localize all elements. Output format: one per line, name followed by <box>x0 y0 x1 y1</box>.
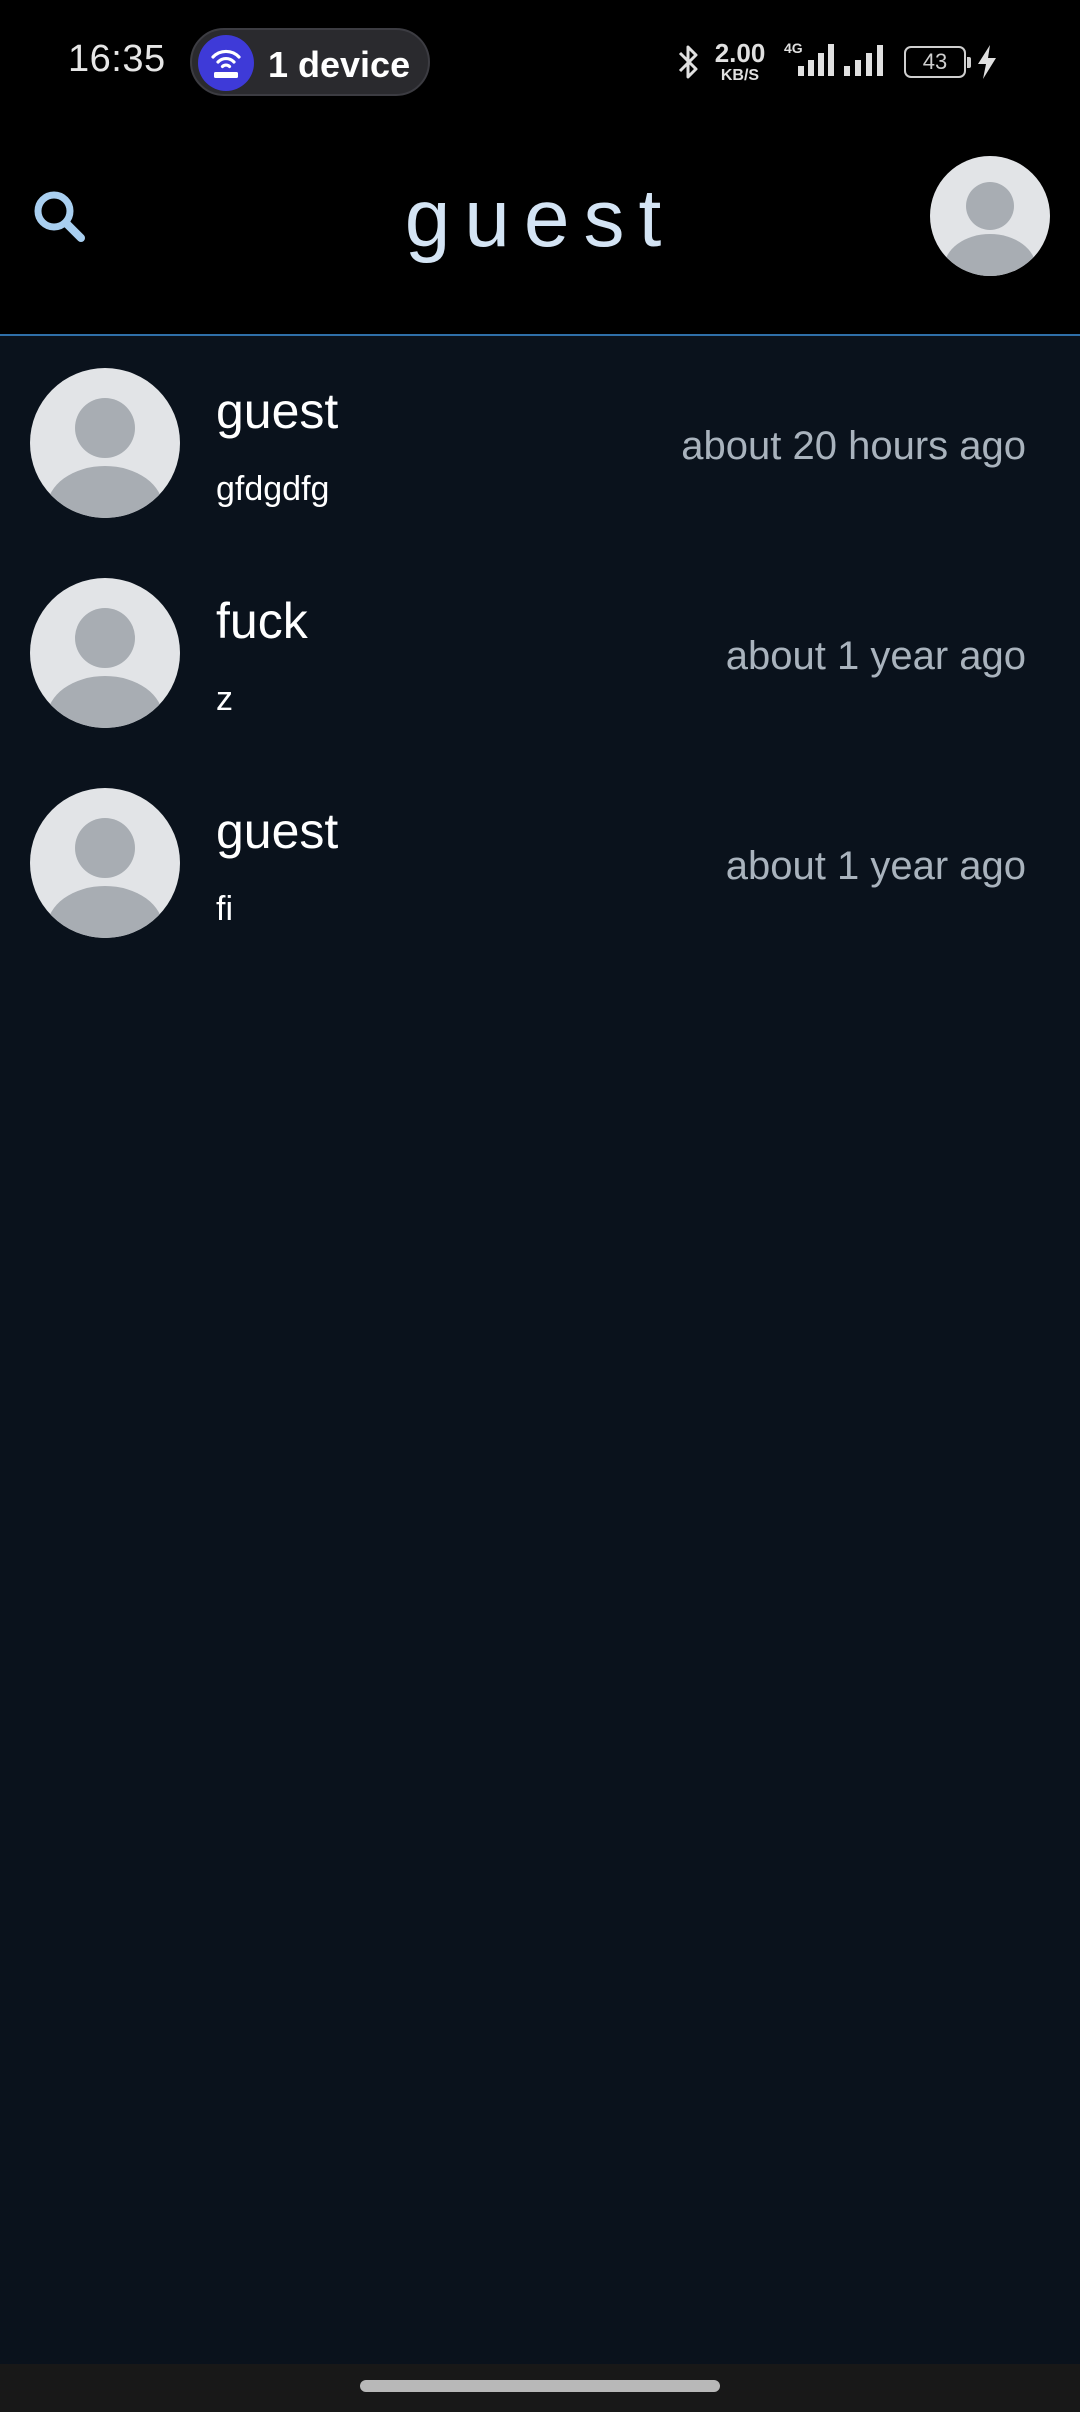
profile-avatar-button[interactable] <box>930 156 1050 276</box>
battery-icon: 43 <box>904 46 971 78</box>
signal-4g-icon: 4G <box>784 40 836 85</box>
conversation-item[interactable]: guest gfdgdfg about 20 hours ago <box>0 338 1080 548</box>
page-title: guest <box>404 173 676 264</box>
battery-level: 43 <box>922 49 948 74</box>
avatar <box>30 578 180 728</box>
signal-icon <box>842 44 888 83</box>
conversation-item[interactable]: guest fi about 1 year ago <box>0 758 1080 968</box>
charging-icon <box>976 44 998 85</box>
avatar <box>30 368 180 518</box>
wifi-hotspot-icon <box>198 35 254 91</box>
status-time: 16:35 <box>68 38 166 80</box>
person-icon <box>47 818 163 938</box>
conversation-name: guest <box>216 383 339 439</box>
network-speed-value: 2.00 <box>714 38 766 68</box>
app-bar: guest <box>0 124 1080 336</box>
network-type-label: 4G <box>784 40 803 56</box>
person-icon <box>47 608 163 728</box>
conversation-preview: gfdgdfg <box>216 470 330 508</box>
conversation-name: guest <box>216 803 339 859</box>
hotspot-device-pill[interactable]: 1 device <box>190 28 430 96</box>
person-icon <box>944 182 1036 276</box>
device-count-label: 1 device <box>268 44 411 85</box>
conversation-item[interactable]: fuck z about 1 year ago <box>0 548 1080 758</box>
conversation-timestamp: about 1 year ago <box>725 634 1026 678</box>
status-bar: 16:35 1 device 2.00 KB/S 4G 43 <box>0 0 1080 124</box>
conversation-preview: fi <box>216 890 233 928</box>
person-icon <box>47 398 163 518</box>
home-indicator[interactable] <box>360 2380 720 2392</box>
avatar <box>30 788 180 938</box>
conversation-timestamp: about 1 year ago <box>725 844 1026 888</box>
conversation-preview: z <box>216 680 233 718</box>
conversation-name: fuck <box>216 593 308 649</box>
network-speed-unit: KB/S <box>720 67 760 84</box>
conversation-timestamp: about 20 hours ago <box>681 424 1026 468</box>
bluetooth-icon <box>676 42 702 87</box>
network-speed: 2.00 KB/S <box>712 40 768 84</box>
navigation-bar <box>0 2364 1080 2412</box>
